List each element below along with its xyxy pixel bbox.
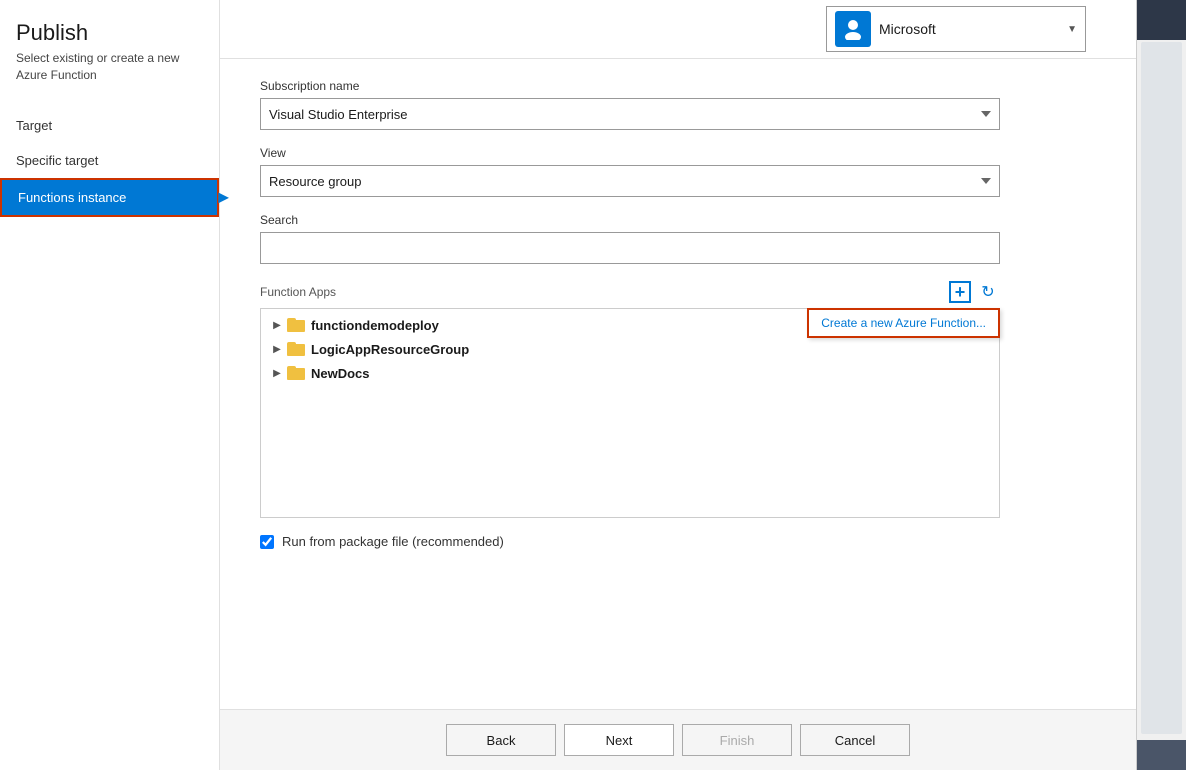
sidebar-item-specific-target[interactable]: Specific target (0, 143, 219, 178)
view-label: View (260, 146, 1096, 160)
add-icon: + (949, 281, 971, 303)
account-name: Microsoft (879, 21, 1067, 37)
expand-icon: ▶ (269, 317, 285, 333)
dark-bar (1137, 0, 1186, 40)
function-apps-tree: ▶ functiondemodeploy ▶ LogicAppResourceG… (260, 308, 1000, 518)
view-select[interactable]: Resource group (260, 165, 1000, 197)
page-subtitle: Select existing or create a new Azure Fu… (16, 50, 203, 84)
right-panel: Microsoft ▼ Subscription name Visual Stu… (220, 0, 1136, 770)
tree-item-newdocs[interactable]: ▶ NewDocs (261, 361, 999, 385)
mid-bar (1137, 740, 1186, 770)
folder-icon (287, 366, 305, 380)
tree-item-label: LogicAppResourceGroup (311, 342, 469, 357)
sidebar-nav: Target Specific target Functions instanc… (0, 108, 219, 217)
expand-icon: ▶ (269, 341, 285, 357)
add-function-button[interactable]: + (948, 280, 972, 304)
tree-item-label: functiondemodeploy (311, 318, 439, 333)
function-apps-label: Function Apps (260, 285, 336, 299)
account-icon (835, 11, 871, 47)
sidebar-item-target[interactable]: Target (0, 108, 219, 143)
function-apps-actions: + ↻ Create a new Azure Function... (948, 280, 1000, 304)
subscription-select[interactable]: Visual Studio Enterprise (260, 98, 1000, 130)
finish-button[interactable]: Finish (682, 724, 792, 756)
function-apps-header: Function Apps + ↻ Create a new Azure Fun… (260, 280, 1000, 304)
subscription-label: Subscription name (260, 79, 1096, 93)
refresh-icon: ↻ (981, 282, 994, 302)
tree-item-logicappresourcegroup[interactable]: ▶ LogicAppResourceGroup (261, 337, 999, 361)
subscription-group: Subscription name Visual Studio Enterpri… (260, 79, 1096, 130)
scroll-area (1136, 0, 1186, 770)
next-button[interactable]: Next (564, 724, 674, 756)
function-apps-section: Function Apps + ↻ Create a new Azure Fun… (260, 280, 1096, 518)
folder-icon (287, 318, 305, 332)
account-selector[interactable]: Microsoft ▼ (826, 6, 1086, 52)
checkbox-area: Run from package file (recommended) (260, 534, 1096, 549)
expand-icon: ▶ (269, 365, 285, 381)
search-input[interactable] (260, 232, 1000, 264)
sidebar-header: Publish Select existing or create a new … (0, 10, 219, 88)
search-group: Search (260, 213, 1096, 264)
person-icon (842, 18, 864, 40)
cancel-button[interactable]: Cancel (800, 724, 910, 756)
run-from-package-label: Run from package file (recommended) (282, 534, 504, 549)
sidebar: Publish Select existing or create a new … (0, 0, 220, 770)
content-area: Subscription name Visual Studio Enterpri… (220, 59, 1136, 709)
bottom-bar: Back Next Finish Cancel (220, 709, 1136, 770)
page-title: Publish (16, 20, 203, 46)
folder-icon (287, 342, 305, 356)
view-group: View Resource group (260, 146, 1096, 197)
sidebar-item-functions-instance[interactable]: Functions instance (0, 178, 219, 217)
search-label: Search (260, 213, 1096, 227)
run-from-package-checkbox[interactable] (260, 535, 274, 549)
scroll-track[interactable] (1141, 42, 1182, 734)
refresh-button[interactable]: ↻ (976, 280, 1000, 304)
create-function-tooltip: Create a new Azure Function... (807, 308, 1000, 338)
tree-item-label: NewDocs (311, 366, 370, 381)
top-bar: Microsoft ▼ (220, 0, 1136, 59)
back-button[interactable]: Back (446, 724, 556, 756)
chevron-down-icon: ▼ (1067, 24, 1077, 35)
